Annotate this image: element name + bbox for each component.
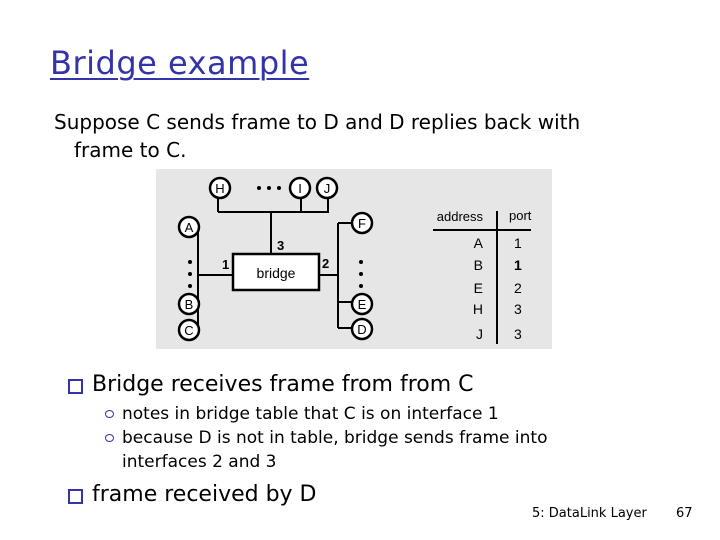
host-f: F [350,211,374,235]
svg-text:E: E [358,297,367,312]
port-label-2: 2 [322,256,329,271]
sub-bullet-item: because D is not in table, bridge sends … [64,426,664,474]
svg-text:F: F [358,216,366,231]
port-label-3: 3 [277,238,284,253]
svg-text:B: B [185,297,194,312]
bridge-label: bridge [257,265,296,281]
bullet-text: Bridge receives frame from from C [92,372,474,397]
svg-text:A: A [185,220,194,235]
intro-line-2: frame to C. [74,138,187,162]
svg-text:C: C [184,323,193,338]
square-bullet-icon [68,489,83,504]
footer-page-number: 67 [676,506,693,521]
bullet-item: Bridge receives frame from from C [64,370,664,400]
footer-chapter: 5: DataLink Layer [532,506,647,521]
svg-text:3: 3 [514,301,522,317]
circle-bullet-icon [105,434,114,442]
svg-text:B: B [474,257,483,273]
svg-text:1: 1 [514,235,522,251]
sub-bullet-text: because D is not in table, bridge sends … [122,428,548,448]
host-e: E [350,292,374,316]
port-label-1: 1 [222,257,229,272]
bullet-text: frame received by D [92,482,317,507]
svg-text:A: A [474,235,484,251]
bridge-diagram-figure: bridge 1 2 3 H I J A B C F E D address p… [156,169,552,349]
host-b: B [177,292,201,316]
ellipsis-top [257,186,281,190]
intro-line-1: Suppose C sends frame to D and D replies… [54,110,581,134]
circle-bullet-icon [105,410,114,418]
host-i: I [288,176,312,200]
bullet-list: Bridge receives frame from from C notes … [64,370,664,510]
sub-bullet-text-continued: interfaces 2 and 3 [122,452,277,472]
table-header-port: port [509,208,532,223]
sub-bullet-text: notes in bridge table that C is on inter… [122,404,499,424]
ellipsis-left [188,260,192,288]
table-header-address: address [437,209,484,224]
intro-text: Suppose C sends frame to D and D replies… [54,108,674,164]
svg-text:J: J [476,326,483,342]
slide-title: Bridge example [50,44,310,82]
host-d: D [350,317,374,341]
svg-text:I: I [298,181,302,196]
ellipsis-right [359,260,363,288]
sub-bullet-item: notes in bridge table that C is on inter… [64,402,664,426]
table-row: J 3 [476,326,522,342]
host-h: H [208,176,232,200]
sub-bullet-list: notes in bridge table that C is on inter… [64,402,664,474]
svg-text:H: H [215,181,224,196]
svg-text:2: 2 [514,280,522,296]
svg-text:1: 1 [514,257,522,273]
bridge-diagram: bridge 1 2 3 H I J A B C F E D address p… [177,176,532,344]
svg-text:J: J [324,181,331,196]
host-a: A [177,215,201,239]
svg-text:E: E [474,280,483,296]
svg-text:3: 3 [514,326,522,342]
square-bullet-icon [68,379,83,394]
host-c: C [177,318,201,342]
host-j: J [315,176,339,200]
bridge-table: address port A 1 B 1 E 2 H 3 J 3 [433,208,532,344]
svg-text:D: D [357,322,366,337]
svg-text:H: H [473,301,483,317]
